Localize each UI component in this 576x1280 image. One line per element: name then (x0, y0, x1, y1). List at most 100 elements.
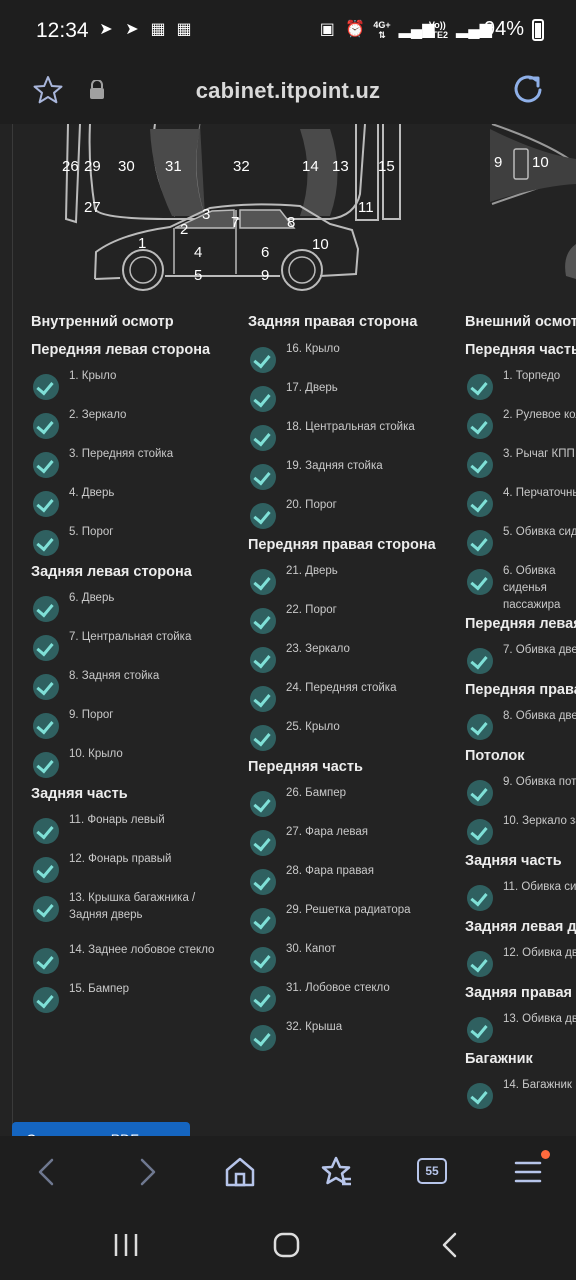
check-icon[interactable] (33, 635, 59, 661)
check-icon[interactable] (250, 1025, 276, 1051)
diagram-number[interactable]: 11 (358, 199, 374, 216)
check-icon[interactable] (250, 503, 276, 529)
check-icon[interactable] (33, 491, 59, 517)
checklist-item[interactable]: 11. Обивка сиденья (465, 879, 576, 918)
checklist-item[interactable]: 31. Лобовое стекло (248, 980, 458, 1019)
url-field[interactable]: cabinet.itpoint.uz (0, 78, 576, 104)
checklist-item[interactable]: 7. Обивка двери (465, 642, 576, 681)
checklist-item[interactable]: 5. Порог (31, 524, 241, 563)
check-icon[interactable] (467, 885, 493, 911)
checklist-item[interactable]: 20. Порог (248, 497, 458, 536)
checklist-item[interactable]: 6. Обивка сиденья пассажира (465, 563, 576, 615)
checklist-item[interactable]: 29. Решетка радиатора (248, 902, 458, 941)
check-icon[interactable] (33, 530, 59, 556)
check-icon[interactable] (467, 714, 493, 740)
checklist-item[interactable]: 12. Фонарь правый (31, 851, 241, 890)
forward-icon[interactable] (128, 1154, 164, 1190)
checklist-item[interactable]: 8. Задняя стойка (31, 668, 241, 707)
check-icon[interactable] (33, 374, 59, 400)
checklist-item[interactable]: 9. Обивка потолка (465, 774, 576, 813)
diagram-number[interactable]: 9 (494, 154, 502, 171)
check-icon[interactable] (467, 452, 493, 478)
checklist-item[interactable]: 26. Бампер (248, 785, 458, 824)
check-icon[interactable] (250, 869, 276, 895)
checklist-item[interactable]: 1. Крыло (31, 368, 241, 407)
check-icon[interactable] (250, 569, 276, 595)
check-icon[interactable] (33, 713, 59, 739)
check-icon[interactable] (33, 857, 59, 883)
checklist-item[interactable]: 28. Фара правая (248, 863, 458, 902)
recent-apps-icon[interactable] (112, 1232, 140, 1258)
check-icon[interactable] (33, 818, 59, 844)
save-pdf-button[interactable]: Сохранить в PDF (12, 1122, 190, 1136)
diagram-number[interactable]: 8 (287, 214, 295, 231)
check-icon[interactable] (467, 1083, 493, 1109)
checklist-item[interactable]: 21. Дверь (248, 563, 458, 602)
check-icon[interactable] (33, 413, 59, 439)
check-icon[interactable] (467, 1017, 493, 1043)
checklist-item[interactable]: 14. Багажник (465, 1077, 576, 1116)
diagram-number[interactable]: 13 (332, 158, 349, 175)
checklist-item[interactable]: 24. Передняя стойка (248, 680, 458, 719)
diagram-number[interactable]: 27 (84, 199, 101, 216)
diagram-number[interactable]: 7 (231, 214, 239, 231)
checklist-item[interactable]: 14. Заднее лобовое стекло (31, 942, 241, 981)
check-icon[interactable] (250, 830, 276, 856)
check-icon[interactable] (33, 752, 59, 778)
diagram-number[interactable]: 32 (233, 158, 250, 175)
check-icon[interactable] (467, 569, 493, 595)
checklist-item[interactable]: 23. Зеркало (248, 641, 458, 680)
checklist-item[interactable]: 19. Задняя стойка (248, 458, 458, 497)
check-icon[interactable] (33, 674, 59, 700)
checklist-item[interactable]: 12. Обивка двери (465, 945, 576, 984)
check-icon[interactable] (467, 648, 493, 674)
checklist-item[interactable]: 17. Дверь (248, 380, 458, 419)
checklist-item[interactable]: 15. Бампер (31, 981, 241, 1020)
check-icon[interactable] (250, 791, 276, 817)
check-icon[interactable] (250, 908, 276, 934)
checklist-item[interactable]: 9. Порог (31, 707, 241, 746)
diagram-number[interactable]: 6 (261, 244, 269, 261)
check-icon[interactable] (33, 987, 59, 1013)
diagram-number[interactable]: 5 (194, 267, 202, 284)
checklist-item[interactable]: 4. Перчаточный ящик (465, 485, 576, 524)
checklist-item[interactable]: 18. Центральная стойка (248, 419, 458, 458)
home-icon[interactable] (222, 1154, 258, 1190)
check-icon[interactable] (250, 725, 276, 751)
check-icon[interactable] (33, 948, 59, 974)
checklist-item[interactable]: 22. Порог (248, 602, 458, 641)
home-button-icon[interactable] (273, 1232, 301, 1258)
check-icon[interactable] (467, 413, 493, 439)
diagram-number[interactable]: 10 (532, 154, 549, 171)
check-icon[interactable] (467, 530, 493, 556)
checklist-item[interactable]: 5. Обивка сиденья (465, 524, 576, 563)
checklist-item[interactable]: 6. Дверь (31, 590, 241, 629)
diagram-number[interactable]: 10 (312, 236, 329, 253)
menu-icon[interactable] (510, 1154, 546, 1190)
diagram-number[interactable]: 31 (165, 158, 182, 175)
check-icon[interactable] (250, 647, 276, 673)
checklist-item[interactable]: 16. Крыло (248, 341, 458, 380)
check-icon[interactable] (467, 374, 493, 400)
check-icon[interactable] (33, 596, 59, 622)
diagram-number[interactable]: 26 (62, 158, 79, 175)
checklist-item[interactable]: 13. Обивка двери (465, 1011, 576, 1050)
diagram-number[interactable]: 30 (118, 158, 135, 175)
checklist-item[interactable]: 8. Обивка двери (465, 708, 576, 747)
checklist-item[interactable]: 11. Фонарь левый (31, 812, 241, 851)
diagram-number[interactable]: 29 (84, 158, 101, 175)
check-icon[interactable] (250, 947, 276, 973)
diagram-number[interactable]: 2 (180, 221, 188, 238)
checklist-item[interactable]: 3. Передняя стойка (31, 446, 241, 485)
check-icon[interactable] (467, 951, 493, 977)
checklist-item[interactable]: 3. Рычаг КПП (465, 446, 576, 485)
check-icon[interactable] (250, 686, 276, 712)
checklist-item[interactable]: 2. Зеркало (31, 407, 241, 446)
checklist-item[interactable]: 30. Капот (248, 941, 458, 980)
checklist-item[interactable]: 27. Фара левая (248, 824, 458, 863)
checklist-item[interactable]: 32. Крыша (248, 1019, 458, 1058)
check-icon[interactable] (33, 896, 59, 922)
diagram-number[interactable]: 4 (194, 244, 202, 261)
checklist-item[interactable]: 10. Зеркало заднего вида (465, 813, 576, 852)
checklist-item[interactable]: 4. Дверь (31, 485, 241, 524)
